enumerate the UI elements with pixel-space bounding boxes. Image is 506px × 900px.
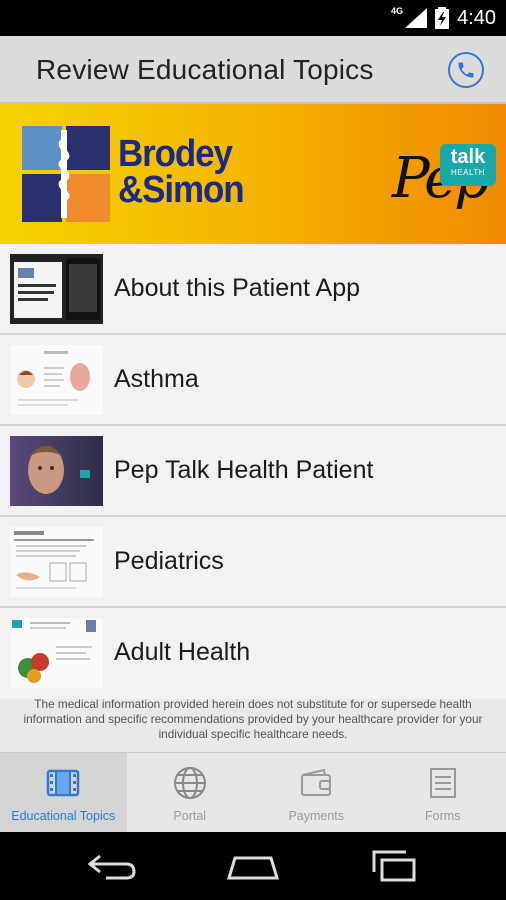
- tab-forms[interactable]: Forms: [380, 753, 506, 832]
- topic-thumbnail: [10, 254, 103, 324]
- tab-portal[interactable]: Portal: [127, 753, 254, 832]
- film-icon: [47, 769, 80, 797]
- tab-label: Portal: [173, 809, 207, 823]
- talk-health-badge: talk HEALTH: [440, 144, 496, 186]
- medical-disclaimer: The medical information provided herein …: [23, 697, 483, 741]
- tab-payments[interactable]: Payments: [253, 753, 380, 832]
- topic-item-adult-health[interactable]: Adult Health: [0, 608, 506, 699]
- document-icon: [429, 768, 456, 798]
- topic-thumbnail: [10, 436, 103, 506]
- brand-name: Brodey &Simon: [118, 133, 245, 211]
- wallet-icon: [301, 768, 332, 796]
- tab-label: Educational Topics: [11, 809, 116, 823]
- topic-item-about[interactable]: About this Patient App: [0, 244, 506, 335]
- topic-label: Pep Talk Health Patient: [114, 456, 374, 484]
- page-title: Review Educational Topics: [36, 54, 374, 85]
- tab-label: Forms: [425, 809, 461, 823]
- globe-icon: [173, 767, 206, 799]
- call-button[interactable]: [448, 52, 484, 88]
- topic-list: About this Patient App Asthma Pep Talk H…: [0, 244, 506, 699]
- phone-icon: [458, 62, 474, 78]
- tab-label: Payments: [288, 809, 345, 823]
- app-bar: Review Educational Topics: [0, 36, 506, 104]
- battery-charging-icon: [435, 7, 450, 29]
- topic-label: Pediatrics: [114, 547, 224, 575]
- clock: 4:40: [457, 6, 496, 29]
- topic-label: About this Patient App: [114, 274, 361, 302]
- status-bar: 4G 4:40: [0, 0, 506, 36]
- topic-label: Adult Health: [114, 638, 251, 666]
- bottom-nav: Educational Topics Portal Payments Forms: [0, 752, 506, 832]
- network-type: 4G: [391, 6, 404, 16]
- brand-banner: Brodey &Simon Pep talk HEALTH: [0, 104, 506, 244]
- topic-thumbnail: [10, 527, 103, 597]
- topic-item-pep-talk[interactable]: Pep Talk Health Patient: [0, 426, 506, 517]
- topic-thumbnail: [10, 345, 103, 415]
- recent-apps-icon[interactable]: [364, 848, 424, 884]
- home-icon[interactable]: [223, 848, 283, 884]
- brodey-simon-logo: [22, 126, 110, 222]
- system-navigation-bar: [0, 832, 506, 900]
- topic-label: Asthma: [114, 365, 199, 393]
- tab-educational-topics[interactable]: Educational Topics: [0, 753, 127, 832]
- topic-item-asthma[interactable]: Asthma: [0, 335, 506, 426]
- topic-item-pediatrics[interactable]: Pediatrics: [0, 517, 506, 608]
- topic-thumbnail: [10, 618, 103, 688]
- back-icon[interactable]: [82, 848, 142, 884]
- signal-icon: [405, 8, 428, 28]
